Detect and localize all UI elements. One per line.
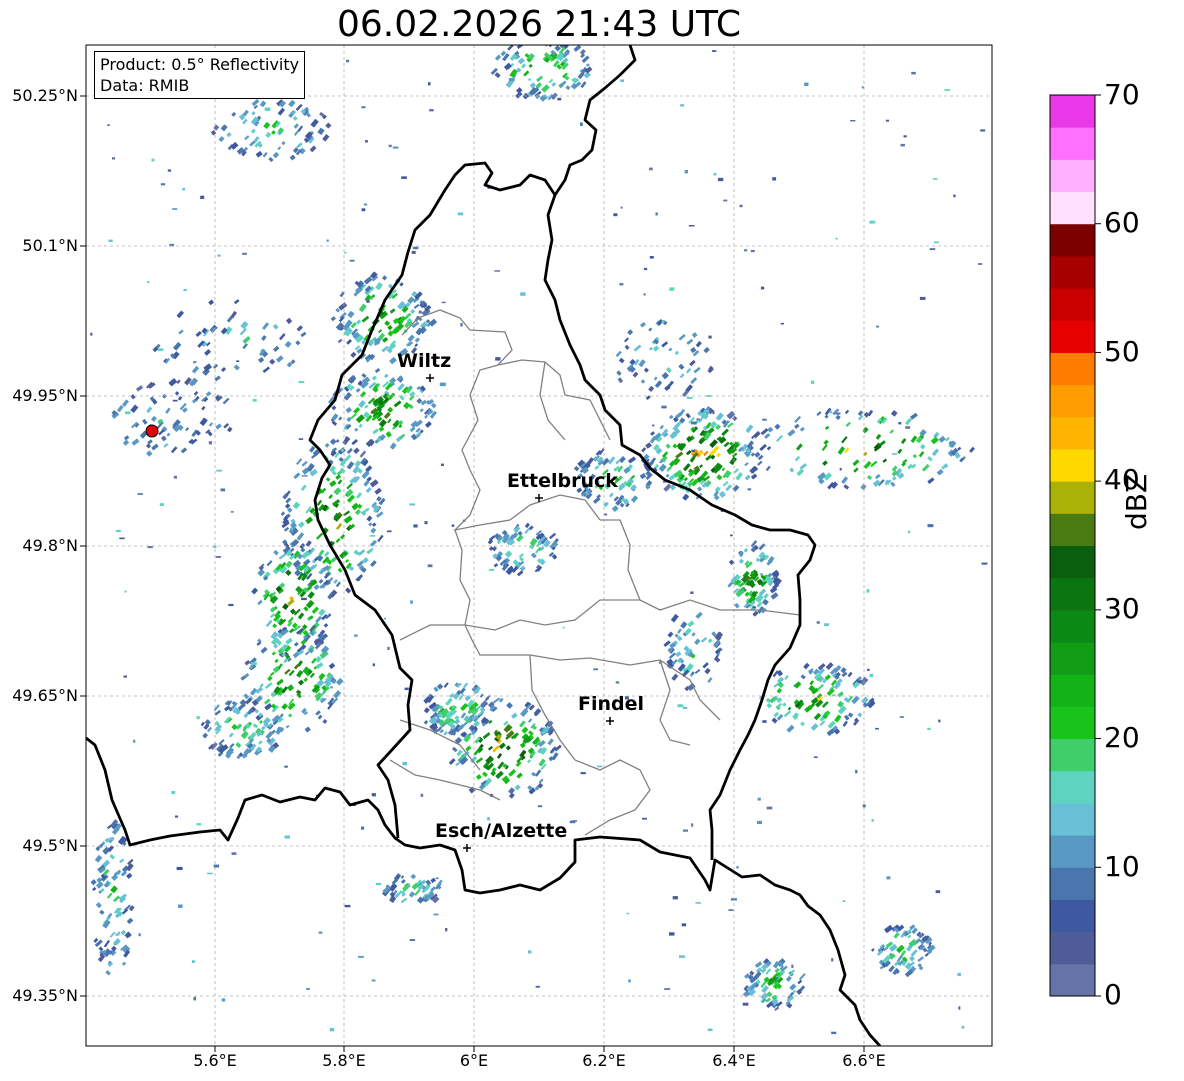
colorbar-swatch [1050, 223, 1095, 257]
colorbar-swatch [1050, 481, 1095, 514]
colorbar-swatch [1050, 159, 1095, 193]
colorbar-swatch [1050, 867, 1095, 900]
city-label-wiltz: Wiltz [397, 350, 452, 372]
colorbar-swatch [1050, 127, 1095, 160]
lat-label: 50.25°N [12, 86, 78, 105]
colorbar-tick: 30 [1104, 592, 1140, 625]
colorbar-label: dBZ [1120, 473, 1153, 530]
colorbar-tick: 10 [1104, 850, 1140, 883]
city-marker-wiltz [426, 374, 434, 382]
colorbar-swatch [1050, 255, 1095, 289]
country-borders [86, 45, 882, 1046]
lon-label: 6.6°E [842, 1051, 886, 1070]
colorbar-swatch [1050, 706, 1095, 740]
city-marker-esch [463, 844, 471, 852]
lat-label: 49.65°N [12, 686, 78, 705]
city-label-findel: Findel [578, 693, 645, 715]
colorbar-swatch [1050, 95, 1095, 128]
colorbar-tick: 0 [1104, 978, 1122, 1011]
colorbar-swatch [1050, 577, 1095, 611]
colorbar-tick: 20 [1104, 721, 1140, 754]
lon-label: 5.8°E [322, 1051, 366, 1070]
colorbar-swatch [1050, 963, 1095, 997]
radar-site-marker [145, 424, 159, 438]
colorbar-swatch [1050, 384, 1095, 418]
colorbar-swatch [1050, 288, 1095, 321]
lat-label: 49.8°N [22, 536, 78, 555]
lat-label: 49.95°N [12, 386, 78, 405]
city-label-ettelbruck: Ettelbruck [507, 470, 618, 492]
lat-label: 49.5°N [22, 836, 78, 855]
colorbar-swatch [1050, 191, 1095, 225]
lat-label: 50.1°N [22, 236, 78, 255]
colorbar-swatch [1050, 320, 1095, 353]
colorbar-swatch [1050, 674, 1095, 707]
product-text: Product: 0.5° Reflectivity [100, 55, 300, 74]
product-info-box: Product: 0.5° Reflectivity Data: RMIB [94, 51, 306, 99]
reflectivity-echo-layer [90, 45, 988, 1035]
lon-label: 6.4°E [712, 1051, 756, 1070]
colorbar-swatch [1050, 835, 1095, 868]
colorbar-swatch [1050, 931, 1095, 965]
lat-label: 49.35°N [12, 986, 78, 1005]
colorbar-swatch [1050, 899, 1095, 933]
colorbar-swatch [1050, 448, 1095, 482]
colorbar-tick: 50 [1104, 335, 1140, 368]
city-marker-findel [606, 717, 614, 725]
city-markers [426, 374, 614, 852]
colorbar-swatch [1050, 802, 1095, 836]
data-source-text: Data: RMIB [100, 76, 190, 95]
colorbar-swatch [1050, 416, 1095, 450]
colorbar-swatch [1050, 738, 1095, 772]
colorbar-swatch [1050, 642, 1095, 675]
colorbar-swatch [1050, 513, 1095, 546]
colorbar-tick: 70 [1104, 78, 1140, 111]
colorbar-tick: 60 [1104, 206, 1140, 239]
colorbar-swatch [1050, 609, 1095, 643]
graticule-grid [80, 45, 992, 1052]
lon-label: 6°E [459, 1051, 489, 1070]
colorbar [1049, 94, 1101, 997]
city-label-esch: Esch/Alzette [435, 820, 568, 842]
radar-map [80, 44, 1101, 1052]
colorbar-swatch [1050, 770, 1095, 804]
lon-label: 6.2°E [582, 1051, 626, 1070]
colorbar-swatch [1050, 545, 1095, 579]
colorbar-swatch [1050, 352, 1095, 386]
lon-label: 5.6°E [193, 1051, 237, 1070]
